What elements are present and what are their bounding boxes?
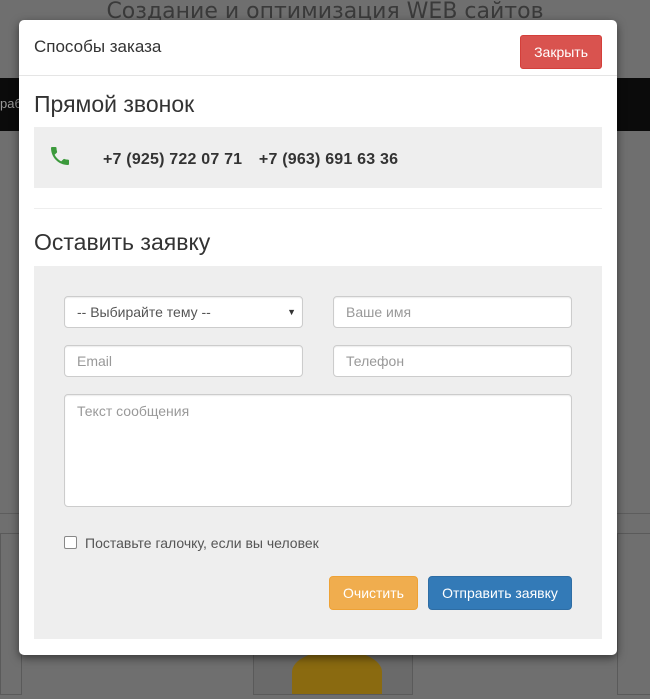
topic-select[interactable]: -- Выбирайте тему -- ▼ bbox=[64, 296, 303, 328]
captcha-checkbox[interactable] bbox=[64, 535, 77, 549]
captcha-label: Поставьте галочку, если вы человек bbox=[85, 535, 319, 551]
order-form: -- Выбирайте тему -- ▼ Поставьте галочку… bbox=[34, 266, 602, 639]
coin-image bbox=[292, 650, 382, 694]
chevron-down-icon: ▼ bbox=[287, 307, 296, 317]
order-form-heading: Оставить заявку bbox=[34, 229, 211, 255]
close-button[interactable]: Закрыть bbox=[520, 35, 602, 69]
phone-number-2[interactable]: +7 (963) 691 63 36 bbox=[259, 151, 398, 168]
modal-body: Прямой звонок +7 (925) 722 07 71 +7 (963… bbox=[19, 76, 617, 639]
message-textarea[interactable] bbox=[64, 394, 572, 507]
submit-button[interactable]: Отправить заявку bbox=[428, 576, 572, 610]
order-methods-modal: Способы заказа Закрыть Прямой звонок +7 … bbox=[19, 20, 617, 655]
email-input[interactable] bbox=[64, 345, 303, 377]
phone-input[interactable] bbox=[333, 345, 572, 377]
background-card-right bbox=[617, 533, 650, 695]
phone-numbers: +7 (925) 722 07 71 +7 (963) 691 63 36 bbox=[103, 151, 410, 169]
name-input[interactable] bbox=[333, 296, 572, 328]
modal-title: Способы заказа bbox=[34, 37, 162, 56]
captcha-checkbox-row[interactable]: Поставьте галочку, если вы человек bbox=[64, 535, 319, 551]
topic-select-value: -- Выбирайте тему -- bbox=[77, 304, 211, 320]
phone-icon bbox=[51, 147, 69, 165]
clear-button[interactable]: Очистить bbox=[329, 576, 418, 610]
direct-call-panel: +7 (925) 722 07 71 +7 (963) 691 63 36 bbox=[34, 127, 602, 188]
modal-header: Способы заказа Закрыть bbox=[19, 20, 617, 76]
direct-call-heading: Прямой звонок bbox=[34, 91, 195, 117]
phone-number-1[interactable]: +7 (925) 722 07 71 bbox=[103, 151, 242, 168]
